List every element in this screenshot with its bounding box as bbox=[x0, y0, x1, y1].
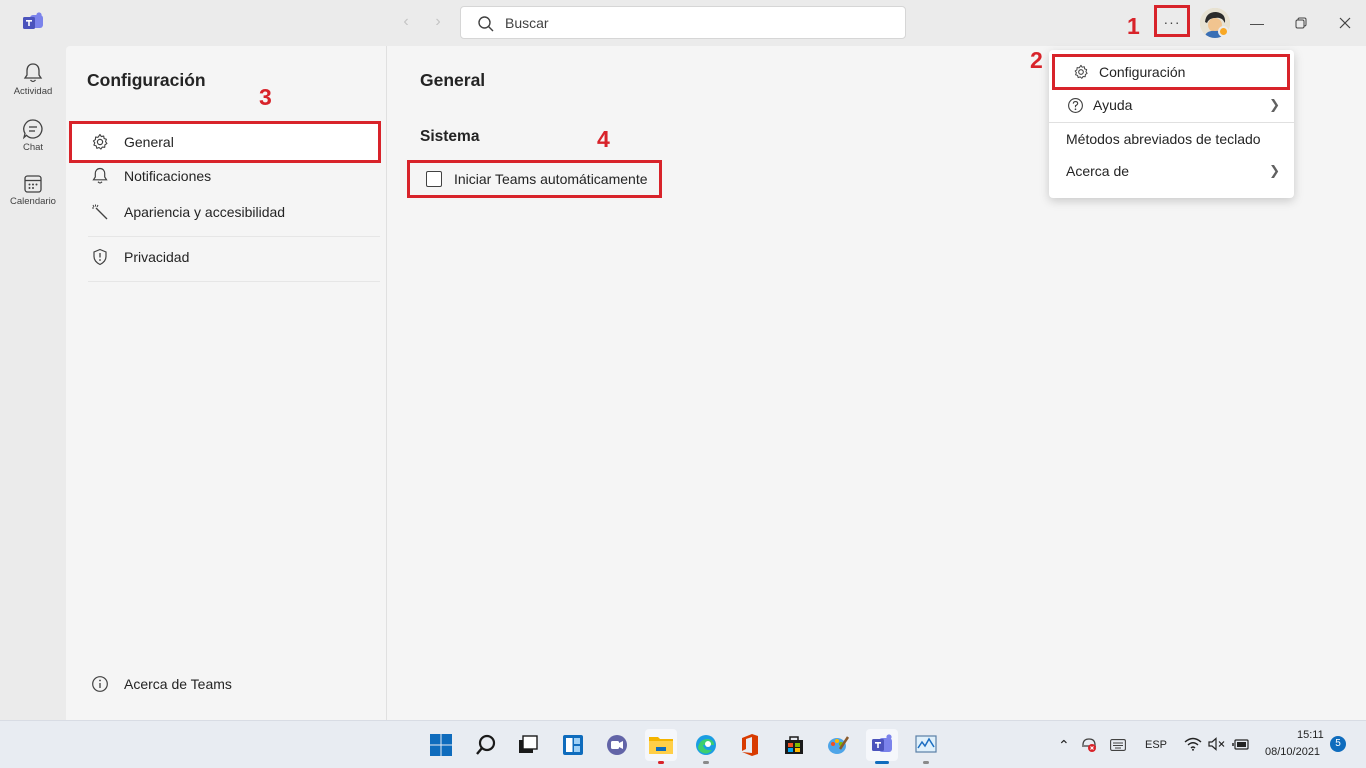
menu-item-ayuda[interactable]: Ayuda ❯ bbox=[1049, 90, 1294, 120]
chat-icon bbox=[22, 119, 43, 140]
section-title: Sistema bbox=[420, 128, 480, 145]
teams-app-icon[interactable] bbox=[866, 729, 898, 764]
settings-nav-item-acerca-de-teams[interactable]: Acerca de Teams bbox=[72, 666, 380, 702]
more-options-menu: Configuración Ayuda ❯ Métodos abreviados… bbox=[1049, 50, 1294, 198]
menu-item-atajos-teclado[interactable]: Métodos abreviados de teclado bbox=[1049, 124, 1294, 154]
settings-nav-item-label: General bbox=[124, 134, 174, 150]
callout-2: 2 bbox=[1030, 47, 1043, 73]
volume-muted-icon[interactable] bbox=[1208, 737, 1226, 756]
search-box[interactable] bbox=[460, 6, 906, 39]
menu-item-acerca-de[interactable]: Acerca de ❯ bbox=[1049, 156, 1294, 186]
menu-item-label: Métodos abreviados de teclado bbox=[1066, 131, 1261, 147]
settings-nav-item-privacidad[interactable]: Privacidad bbox=[72, 239, 380, 275]
appbar-item-calendario[interactable]: Calendario bbox=[0, 164, 66, 220]
presence-away-icon bbox=[1218, 26, 1229, 37]
wifi-icon[interactable] bbox=[1184, 737, 1202, 756]
running-indicator bbox=[923, 761, 929, 764]
windows-taskbar: ⌃ ESP 15:11 08/10/2021 bbox=[0, 720, 1366, 768]
running-indicator bbox=[658, 761, 664, 764]
highlight-box bbox=[1154, 5, 1190, 37]
battery-icon[interactable] bbox=[1232, 737, 1250, 756]
restore-button[interactable] bbox=[1286, 8, 1316, 38]
keyboard-icon[interactable] bbox=[1110, 738, 1126, 756]
edge-icon[interactable] bbox=[690, 729, 722, 764]
menu-item-label: Ayuda bbox=[1093, 97, 1133, 113]
notification-count-badge[interactable]: 5 bbox=[1330, 736, 1346, 752]
help-icon bbox=[1066, 96, 1084, 114]
auto-start-checkbox[interactable] bbox=[426, 171, 442, 187]
defender-icon[interactable] bbox=[1080, 737, 1098, 758]
settings-title: Configuración bbox=[87, 70, 206, 90]
tray-overflow-chevron-icon[interactable]: ⌃ bbox=[1058, 737, 1070, 754]
search-input[interactable] bbox=[505, 13, 885, 33]
office-icon[interactable] bbox=[734, 729, 766, 761]
active-indicator bbox=[875, 761, 889, 764]
resource-monitor-icon[interactable] bbox=[910, 729, 942, 764]
appbar-item-chat[interactable]: Chat bbox=[0, 108, 66, 164]
shield-icon bbox=[90, 247, 110, 267]
close-button[interactable] bbox=[1330, 8, 1360, 38]
bell-icon bbox=[90, 166, 110, 186]
chevron-right-icon: ❯ bbox=[1269, 97, 1280, 112]
settings-nav-item-label: Acerca de Teams bbox=[124, 676, 232, 692]
settings-nav-item-label: Apariencia y accesibilidad bbox=[124, 204, 286, 220]
appbar-item-actividad[interactable]: Actividad bbox=[0, 52, 66, 108]
file-explorer-icon[interactable] bbox=[645, 729, 677, 764]
gear-icon bbox=[1072, 63, 1090, 81]
gear-icon bbox=[90, 132, 110, 152]
callout-1: 1 bbox=[1127, 13, 1140, 39]
settings-nav-item-label: Privacidad bbox=[124, 249, 190, 265]
chevron-right-icon: ❯ bbox=[1269, 163, 1280, 178]
minimize-button[interactable]: — bbox=[1242, 8, 1272, 38]
language-indicator[interactable]: ESP bbox=[1145, 739, 1167, 751]
settings-nav: Configuración General Notificaciones Apa… bbox=[66, 46, 386, 720]
checkbox-label: Iniciar Teams automáticamente bbox=[454, 171, 648, 187]
teams-logo-icon bbox=[22, 12, 44, 32]
clock-time[interactable]: 15:11 bbox=[1297, 729, 1324, 741]
page-title: General bbox=[420, 70, 486, 90]
menu-item-configuracion[interactable]: Configuración bbox=[1052, 54, 1290, 90]
running-indicator bbox=[703, 761, 709, 764]
menu-item-label: Configuración bbox=[1099, 64, 1186, 80]
paint-icon[interactable] bbox=[822, 729, 854, 761]
wand-icon bbox=[90, 202, 110, 222]
forward-arrow-icon[interactable]: › bbox=[430, 14, 446, 30]
clock-date[interactable]: 08/10/2021 bbox=[1265, 746, 1320, 758]
store-icon[interactable] bbox=[778, 729, 810, 761]
restore-icon bbox=[1295, 17, 1307, 29]
task-view-icon[interactable] bbox=[512, 729, 544, 761]
appbar-item-label: Calendario bbox=[10, 196, 56, 207]
appbar-item-label: Actividad bbox=[13, 86, 53, 97]
back-arrow-icon[interactable]: ‹ bbox=[398, 14, 414, 30]
divider bbox=[88, 236, 380, 237]
taskbar-search-icon[interactable] bbox=[470, 729, 502, 761]
appbar-item-label: Chat bbox=[22, 142, 44, 153]
callout-3: 3 bbox=[259, 84, 272, 110]
divider bbox=[88, 281, 380, 282]
close-icon bbox=[1339, 17, 1351, 29]
menu-divider bbox=[1049, 122, 1294, 123]
settings-nav-item-label: Notificaciones bbox=[124, 168, 212, 184]
callout-4: 4 bbox=[597, 126, 610, 152]
calendar-icon bbox=[24, 175, 42, 193]
bell-icon bbox=[23, 63, 43, 83]
teams-chat-icon[interactable] bbox=[601, 729, 633, 761]
settings-nav-item-general[interactable]: General bbox=[69, 121, 381, 163]
auto-start-checkbox-row[interactable]: Iniciar Teams automáticamente bbox=[407, 160, 662, 198]
windows-start-icon[interactable] bbox=[425, 729, 457, 761]
app-bar: Actividad Chat Calendario bbox=[0, 46, 66, 720]
search-icon bbox=[478, 16, 494, 32]
widgets-icon[interactable] bbox=[557, 729, 589, 761]
settings-nav-item-notificaciones[interactable]: Notificaciones bbox=[72, 158, 380, 194]
settings-nav-item-apariencia[interactable]: Apariencia y accesibilidad bbox=[72, 194, 380, 230]
menu-item-label: Acerca de bbox=[1066, 163, 1130, 179]
info-icon bbox=[90, 674, 110, 694]
